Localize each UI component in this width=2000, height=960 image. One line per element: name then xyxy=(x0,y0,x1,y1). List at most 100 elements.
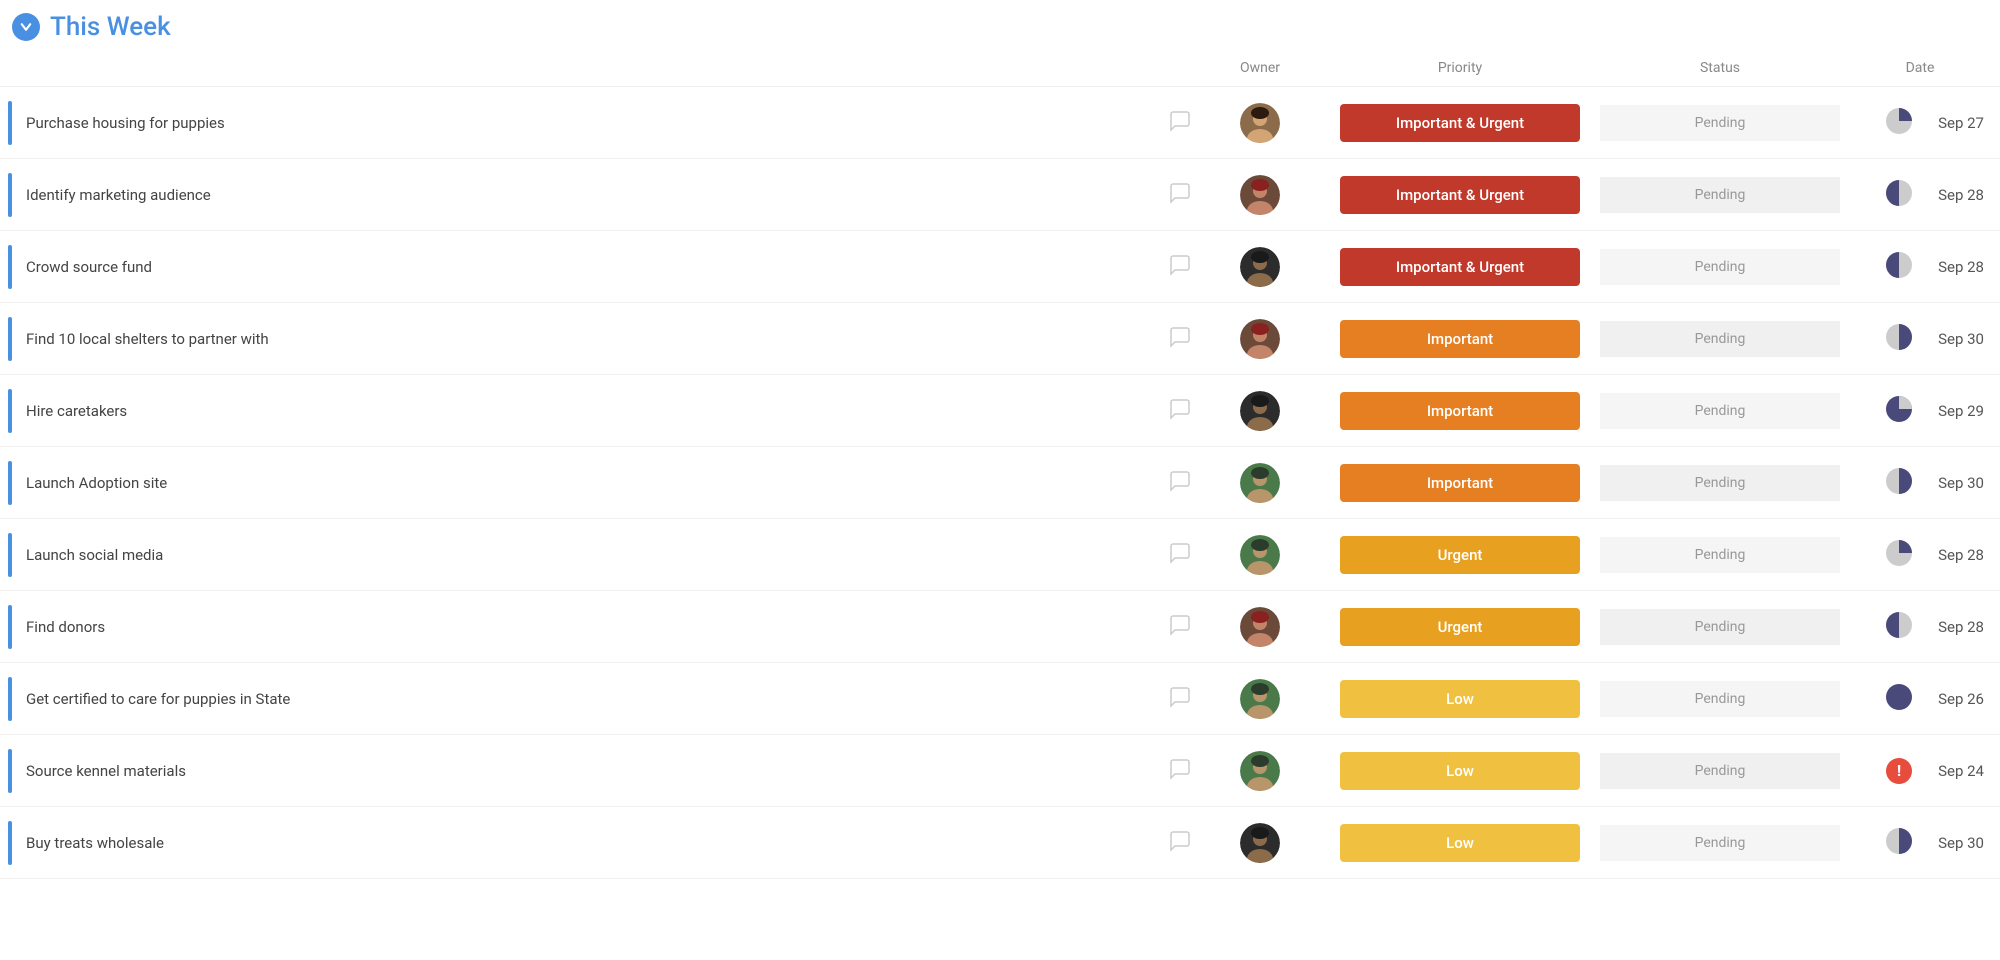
avatar xyxy=(1240,247,1280,287)
task-cell: Source kennel materials xyxy=(0,739,1200,803)
priority-badge: Important & Urgent xyxy=(1340,248,1580,286)
status-badge: Pending xyxy=(1695,619,1746,635)
date-cell: Sep 30 xyxy=(1840,818,2000,868)
task-name: Purchase housing for puppies xyxy=(26,114,1158,132)
task-bar xyxy=(8,173,12,217)
alert-icon: ! xyxy=(1886,758,1912,784)
status-badge: Pending xyxy=(1695,691,1746,707)
date-text: Sep 28 xyxy=(1924,546,1984,564)
table-row[interactable]: Find donors Urgent Pending xyxy=(0,591,2000,663)
priority-badge: Urgent xyxy=(1340,608,1580,646)
task-bar xyxy=(8,101,12,145)
comment-icon[interactable] xyxy=(1168,541,1192,569)
date-cell: Sep 27 xyxy=(1840,98,2000,148)
owner-cell xyxy=(1200,453,1320,513)
task-list: Purchase housing for puppies Important &… xyxy=(0,87,2000,879)
task-cell: Purchase housing for puppies xyxy=(0,91,1200,155)
priority-cell[interactable]: Important & Urgent xyxy=(1320,166,1600,224)
task-cell: Find donors xyxy=(0,595,1200,659)
priority-badge: Important & Urgent xyxy=(1340,104,1580,142)
owner-cell xyxy=(1200,93,1320,153)
status-badge: Pending xyxy=(1695,115,1746,131)
date-cell: Sep 28 xyxy=(1840,530,2000,580)
priority-cell[interactable]: Urgent xyxy=(1320,526,1600,584)
status-cell: Pending xyxy=(1600,609,1840,645)
priority-cell[interactable]: Important xyxy=(1320,310,1600,368)
avatar xyxy=(1240,103,1280,143)
table-row[interactable]: Buy treats wholesale Low Pending xyxy=(0,807,2000,879)
priority-badge: Low xyxy=(1340,752,1580,790)
comment-icon[interactable] xyxy=(1168,325,1192,353)
task-name: Launch Adoption site xyxy=(26,474,1158,492)
priority-cell[interactable]: Important xyxy=(1320,454,1600,512)
date-cell: Sep 30 xyxy=(1840,458,2000,508)
owner-cell xyxy=(1200,669,1320,729)
date-text: Sep 24 xyxy=(1924,762,1984,780)
comment-icon[interactable] xyxy=(1168,181,1192,209)
collapse-icon[interactable] xyxy=(12,13,40,41)
table-row[interactable]: Find 10 local shelters to partner with I… xyxy=(0,303,2000,375)
status-badge: Pending xyxy=(1695,403,1746,419)
status-icon xyxy=(1886,252,1912,282)
priority-cell[interactable]: Low xyxy=(1320,814,1600,872)
avatar xyxy=(1240,607,1280,647)
task-name: Identify marketing audience xyxy=(26,186,1158,204)
status-cell: Pending xyxy=(1600,465,1840,501)
priority-cell[interactable]: Low xyxy=(1320,670,1600,728)
avatar xyxy=(1240,535,1280,575)
priority-badge: Important xyxy=(1340,320,1580,358)
col-date: Date xyxy=(1840,56,2000,80)
status-icon xyxy=(1886,612,1912,642)
status-badge: Pending xyxy=(1695,187,1746,203)
priority-cell[interactable]: Important & Urgent xyxy=(1320,94,1600,152)
priority-badge: Low xyxy=(1340,680,1580,718)
avatar xyxy=(1240,751,1280,791)
avatar xyxy=(1240,823,1280,863)
date-cell: Sep 30 xyxy=(1840,314,2000,364)
status-cell: Pending xyxy=(1600,177,1840,213)
date-cell: ! Sep 24 xyxy=(1840,748,2000,794)
task-bar xyxy=(8,317,12,361)
owner-cell xyxy=(1200,237,1320,297)
task-cell: Launch social media xyxy=(0,523,1200,587)
task-bar xyxy=(8,749,12,793)
priority-cell[interactable]: Low xyxy=(1320,742,1600,800)
date-cell: Sep 28 xyxy=(1840,602,2000,652)
table-row[interactable]: Hire caretakers Important Pending xyxy=(0,375,2000,447)
col-task xyxy=(0,56,1200,80)
date-text: Sep 30 xyxy=(1924,474,1984,492)
priority-badge: Important & Urgent xyxy=(1340,176,1580,214)
priority-badge: Important xyxy=(1340,392,1580,430)
table-row[interactable]: Launch social media Urgent Pending xyxy=(0,519,2000,591)
comment-icon[interactable] xyxy=(1168,469,1192,497)
priority-cell[interactable]: Urgent xyxy=(1320,598,1600,656)
table-row[interactable]: Identify marketing audience Important & … xyxy=(0,159,2000,231)
table-row[interactable]: Get certified to care for puppies in Sta… xyxy=(0,663,2000,735)
comment-icon[interactable] xyxy=(1168,253,1192,281)
col-priority: Priority xyxy=(1320,56,1600,80)
date-text: Sep 26 xyxy=(1924,690,1984,708)
comment-icon[interactable] xyxy=(1168,685,1192,713)
comment-icon[interactable] xyxy=(1168,397,1192,425)
status-icon xyxy=(1886,180,1912,210)
table-row[interactable]: Crowd source fund Important & Urgent Pen… xyxy=(0,231,2000,303)
task-cell: Buy treats wholesale xyxy=(0,811,1200,875)
date-text: Sep 28 xyxy=(1924,618,1984,636)
section-header: This Week xyxy=(0,0,2000,50)
page-title: This Week xyxy=(50,12,171,42)
comment-icon[interactable] xyxy=(1168,829,1192,857)
comment-icon[interactable] xyxy=(1168,109,1192,137)
table-row[interactable]: Launch Adoption site Important Pending xyxy=(0,447,2000,519)
comment-icon[interactable] xyxy=(1168,613,1192,641)
date-text: Sep 29 xyxy=(1924,402,1984,420)
status-cell: Pending xyxy=(1600,537,1840,573)
col-owner: Owner xyxy=(1200,56,1320,80)
status-cell: Pending xyxy=(1600,681,1840,717)
priority-cell[interactable]: Important xyxy=(1320,382,1600,440)
comment-icon[interactable] xyxy=(1168,757,1192,785)
col-status: Status xyxy=(1600,56,1840,80)
table-row[interactable]: Purchase housing for puppies Important &… xyxy=(0,87,2000,159)
priority-cell[interactable]: Important & Urgent xyxy=(1320,238,1600,296)
status-badge: Pending xyxy=(1695,763,1746,779)
table-row[interactable]: Source kennel materials Low Pending xyxy=(0,735,2000,807)
